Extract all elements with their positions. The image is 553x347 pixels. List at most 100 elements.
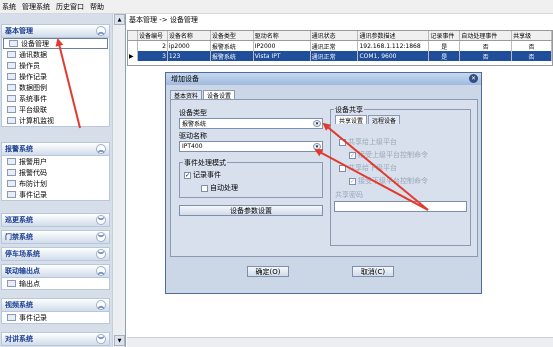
tab-share-settings[interactable]: 共享设置 [335, 115, 368, 125]
expand-icon[interactable]: ︾ [96, 215, 106, 225]
auto-process-label: 自动处理 [210, 184, 238, 192]
close-icon[interactable]: ✕ [469, 74, 478, 83]
col-header[interactable]: 设备类型 [211, 31, 254, 40]
sidebar-item-alarm-user[interactable]: 报警用户 [2, 156, 109, 167]
share-password-input[interactable] [334, 201, 467, 212]
accept-upper-checkbox[interactable]: ✓ 接受上级平台控制命令 [349, 150, 428, 160]
cancel-button[interactable]: 取消(C) [352, 266, 394, 277]
group-title: 基本管理 [5, 27, 33, 35]
share-lower-checkbox[interactable]: 共享给下级平台 [339, 163, 397, 173]
sidebar-group-patrol[interactable]: 巡更系统 ︾ [1, 213, 110, 227]
sidebar-item-comm-data[interactable]: 通讯数据 [2, 49, 109, 60]
cell: ip2000 [168, 41, 211, 51]
sidebar-item-arm-plan[interactable]: 布防计划 [2, 178, 109, 189]
sidebar-group-access[interactable]: 门禁系统 ︾ [1, 230, 110, 244]
plan-icon [7, 180, 16, 187]
device-params-button[interactable]: 设备参数设置 [179, 205, 323, 216]
sidebar-item-output[interactable]: 输出点 [2, 278, 109, 289]
item-label: 报警用户 [19, 157, 47, 166]
event-mode-legend: 事件处理模式 [183, 158, 227, 168]
user-icon [7, 158, 16, 165]
col-header[interactable]: 通讯参数描述 [358, 31, 430, 40]
checkmark-icon: ✓ [184, 171, 191, 179]
sidebar-item-video-events[interactable]: 事件记录 [2, 312, 109, 323]
expand-icon[interactable]: ︾ [96, 334, 106, 344]
share-password-label: 共享密码 [335, 191, 363, 199]
expand-icon[interactable]: ︾ [96, 232, 106, 242]
device-type-select[interactable]: 报警系统 ▾ [179, 118, 323, 129]
record-event-checkbox[interactable]: ✓ 记录事件 [184, 170, 221, 180]
chevron-down-icon[interactable]: ▾ [313, 120, 321, 127]
accept-lower-label: 接受下级平台控制命令 [358, 177, 428, 185]
dialog-tabs: 基本资料 设备设置 [170, 90, 236, 100]
output-icon [7, 280, 16, 287]
cell: 123 [168, 51, 211, 61]
data-icon [7, 51, 16, 58]
share-upper-checkbox[interactable]: 共享给上级平台 [339, 137, 397, 147]
table-row-selected[interactable]: ▶ 3 123 报警系统 Vista IPT 通讯正常 COM1, 9600 是… [128, 51, 552, 61]
col-header[interactable]: 通讯状态 [311, 31, 359, 40]
sidebar-item-op-log[interactable]: 操作记录 [2, 71, 109, 82]
sidebar-item-platform[interactable]: 平台级联 [2, 104, 109, 115]
tab-device-settings[interactable]: 设备设置 [203, 90, 236, 100]
scroll-up-icon[interactable]: ▲ [114, 14, 125, 25]
sidebar-item-alarm-code[interactable]: 报警代码 [2, 167, 109, 178]
col-header[interactable]: 设备名称 [168, 31, 211, 40]
item-label: 设备管理 [21, 39, 49, 48]
cell: 192.168.1.112:1868 [358, 41, 430, 51]
sidebar-item-event-log[interactable]: 事件记录 [2, 189, 109, 200]
collapse-icon[interactable]: ︽ [96, 300, 106, 310]
sidebar-group-video[interactable]: 视频系统 ︽ [1, 298, 110, 312]
auto-process-checkbox[interactable]: 自动处理 [201, 183, 238, 193]
cell: 通讯正常 [311, 51, 359, 61]
sidebar-item-operator[interactable]: 操作员 [2, 60, 109, 71]
horizontal-scrollbar[interactable] [127, 337, 553, 347]
cell: 报警系统 [211, 41, 254, 51]
col-header[interactable]: 自动处理事件 [460, 31, 513, 40]
menu-history[interactable]: 历史窗口 [56, 2, 84, 12]
sidebar-scrollbar[interactable]: ▲ ▼ [112, 14, 125, 347]
cell: Vista IPT [254, 51, 311, 61]
menu-management[interactable]: 管理系统 [22, 2, 50, 12]
sidebar-group-basic[interactable]: 基本管理 ︽ [1, 24, 110, 38]
sidebar-group-linkage[interactable]: 联动输出点 ︽ [1, 264, 110, 278]
ok-button[interactable]: 确定(O) [247, 266, 289, 277]
collapse-icon[interactable]: ︽ [96, 144, 106, 154]
expand-icon[interactable]: ︾ [96, 249, 106, 259]
chevron-down-icon[interactable]: ▾ [313, 143, 321, 150]
cell: IP2000 [254, 41, 311, 51]
table-row[interactable]: 2 ip2000 报警系统 IP2000 通讯正常 192.168.1.112:… [128, 41, 552, 51]
menu-system[interactable]: 系统 [2, 2, 16, 12]
sidebar-group-parking[interactable]: 停车场系统 ︾ [1, 247, 110, 261]
sidebar-group-alarm[interactable]: 报警系统 ︽ [1, 142, 110, 156]
cell: COM1, 9600 [358, 51, 430, 61]
row-marker [128, 41, 138, 51]
dialog-titlebar[interactable]: 增加设备 ✕ [166, 73, 481, 85]
tab-basic-info[interactable]: 基本资料 [170, 90, 203, 100]
item-label: 操作记录 [19, 72, 47, 81]
collapse-icon[interactable]: ︽ [96, 266, 106, 276]
tab-remote-device[interactable]: 远程设备 [368, 115, 401, 125]
device-type-label: 设备类型 [179, 109, 207, 117]
col-header[interactable]: 驱动名称 [254, 31, 311, 40]
sidebar-item-device-mgmt[interactable]: 设备管理 [3, 38, 108, 49]
menu-help[interactable]: 帮助 [90, 2, 104, 12]
cell: 通讯正常 [311, 41, 359, 51]
accept-lower-checkbox[interactable]: ✓ 接受下级平台控制命令 [349, 176, 428, 186]
sidebar-group-intercom[interactable]: 对讲系统 ︾ [1, 332, 110, 346]
sidebar-item-data-legend[interactable]: 数据图例 [2, 82, 109, 93]
col-header[interactable]: 记录事件 [429, 31, 461, 40]
user-icon [7, 62, 16, 69]
driver-select[interactable]: IPT400 ▾ [179, 141, 323, 152]
cell: 是 [429, 41, 461, 51]
code-icon [7, 169, 16, 176]
group-title: 巡更系统 [5, 216, 33, 224]
sidebar-item-pc-monitor[interactable]: 计算机监视 [2, 115, 109, 126]
col-header[interactable]: 共享级 [512, 31, 552, 40]
row-marker-header [128, 31, 138, 40]
scroll-down-icon[interactable]: ▼ [114, 335, 125, 346]
collapse-icon[interactable]: ︽ [96, 26, 106, 36]
col-header[interactable]: 设备编号 [138, 31, 168, 40]
sidebar-item-sys-events[interactable]: 系统事件 [2, 93, 109, 104]
item-label: 布防计划 [19, 179, 47, 188]
